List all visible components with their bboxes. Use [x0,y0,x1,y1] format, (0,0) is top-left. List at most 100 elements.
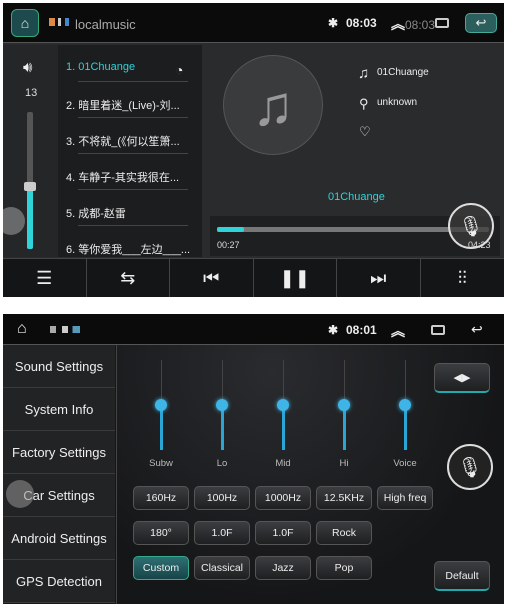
eq-slider-handle[interactable] [277,399,289,411]
back-icon[interactable]: ↩ [471,321,483,338]
sound-settings-screen: ⌂ ✱ 08:01 ︽ ↩ Sound Settings System Info F… [3,314,504,604]
eq-frequency-button[interactable]: 160Hz [133,486,189,510]
expand-icon[interactable]: ︽ [391,14,405,34]
previous-button[interactable]: ⏮︎ [170,259,254,297]
pause-icon: ❚❚ [279,268,310,288]
playlist-item[interactable]: 6. 等你爱我___左边___... [66,241,190,257]
notification-icons [49,18,69,26]
track-artist: unknown [377,97,418,108]
balance-icon: ◀▶ [453,372,471,384]
music-note-icon: ♫ [358,65,370,82]
eq-slider-handle[interactable] [216,399,228,411]
eq-slider-fill [404,405,407,450]
divider [78,189,188,190]
volume-fill [27,187,33,249]
playback-toolbar: ☰ ⇆ ⏮︎ ❚❚ ⏭︎ ⫶⫶ [3,258,504,297]
app-title: localmusic [75,17,136,32]
eq-slider-handle[interactable] [399,399,411,411]
expand-icon[interactable]: ︽ [391,321,405,341]
bluetooth-icon: ✱ [328,16,339,30]
sidebar-item[interactable]: GPS Detection [3,560,115,603]
eq-parameter-button[interactable]: 1.0F [255,521,311,545]
home-icon[interactable]: ⌂ [17,320,27,338]
home-button[interactable]: ⌂ [11,9,39,37]
next-icon: ⏭︎ [370,268,387,288]
eq-frequency-button[interactable]: High freq [377,486,433,510]
track-title: 01Chuange [377,67,429,78]
eq-parameter-button[interactable]: 1.0F [194,521,250,545]
notification-icons [50,326,80,333]
playlist-item[interactable]: 4. 车静子-其实我很在... [66,169,179,185]
divider [78,225,188,226]
playlist-item[interactable]: 3. 不将就_(《何以笙箫... [66,133,180,149]
pause-button[interactable]: ❚❚ [254,259,337,297]
favorite-icon[interactable]: ♡ [359,124,371,140]
total-time: 04:23 [468,240,491,250]
eq-slider-fill [221,405,224,450]
sidebar-item[interactable]: Sound Settings [3,345,115,388]
clock-overlay: 08:03 [405,18,436,32]
status-bar: ⌂ ✱ 08:01 ︽ ↩ [3,314,504,345]
previous-icon: ⏮︎ [203,268,220,288]
eq-slider-fill [160,405,163,450]
clock: 08:03 [346,16,377,30]
back-button[interactable]: ↩ [465,13,497,33]
eq-band-label: Hi [339,458,349,469]
playlist-item[interactable]: 5. 成都-赵雷 [66,205,126,221]
preset-button[interactable]: Jazz [255,556,311,580]
preset-button[interactable]: Classical [194,556,250,580]
default-button[interactable]: Default [434,561,490,591]
playlist-item[interactable]: 1. 01Chuange [66,61,135,73]
preset-button[interactable]: Pop [316,556,372,580]
floating-assist-button[interactable] [3,207,25,235]
floating-assist-button[interactable] [6,480,34,508]
volume-slider[interactable] [24,112,36,249]
eq-slider-fill [343,405,346,450]
recent-apps-icon[interactable] [431,325,445,335]
eq-band-label: Mid [275,458,291,469]
speaker-icon: 🔊︎ [23,59,33,76]
eq-frequency-button[interactable]: 12.5KHz [316,486,372,510]
eq-slider-fill [282,405,285,450]
volume-value: 13 [25,87,38,99]
progress-fill [217,227,245,232]
divider [78,81,188,82]
volume-panel: 🔊︎ 13 [3,45,58,257]
eq-frequency-button[interactable]: 100Hz [194,486,250,510]
clock: 08:01 [346,323,377,337]
divider [78,117,188,118]
sidebar-item[interactable]: System Info [3,388,115,431]
balance-button[interactable]: ◀▶ [434,363,490,393]
equalizer-icon: ⫶⫶ [457,268,467,288]
volume-handle[interactable] [24,182,36,192]
album-art: ♫ [223,55,323,155]
eq-parameter-button[interactable]: Rock [316,521,372,545]
eq-band-label: Lo [216,458,228,469]
eq-frequency-button[interactable]: 1000Hz [255,486,311,510]
status-bar: ⌂ localmusic ✱ 08:03 ︽ 08:03 ↩ [3,3,504,43]
eq-parameter-button[interactable]: 180° [133,521,189,545]
now-playing-title: 01Chuange [328,191,385,203]
equalizer-button[interactable]: ⫶⫶ [421,259,505,297]
play-mode-icon[interactable]: ◔ [175,62,183,78]
list-icon: ☰ [36,268,53,288]
voice-assistant-button[interactable]: 🎙︎ [447,444,493,490]
divider [78,153,188,154]
recent-apps-icon[interactable] [435,18,449,28]
eq-slider-handle[interactable] [155,399,167,411]
repeat-icon: ⇆ [120,268,136,288]
music-player-screen: ⌂ localmusic ✱ 08:03 ︽ 08:03 ↩ 🔊︎ 13 1. … [3,3,504,297]
elapsed-time: 00:27 [217,240,240,250]
eq-band-label: Voice [393,458,417,469]
playlist-item[interactable]: 2. 暗里着迷_(Live)-刘... [66,97,180,113]
bluetooth-icon: ✱ [328,323,339,337]
eq-band-label: Subw [149,458,173,469]
next-button[interactable]: ⏭︎ [337,259,421,297]
person-icon: ⚲ [359,96,369,111]
sidebar-item[interactable]: Factory Settings [3,431,115,474]
repeat-button[interactable]: ⇆ [87,259,170,297]
eq-slider-handle[interactable] [338,399,350,411]
playlist-button[interactable]: ☰ [3,259,87,297]
sidebar-item[interactable]: Android Settings [3,517,115,560]
preset-button-active[interactable]: Custom [133,556,189,580]
